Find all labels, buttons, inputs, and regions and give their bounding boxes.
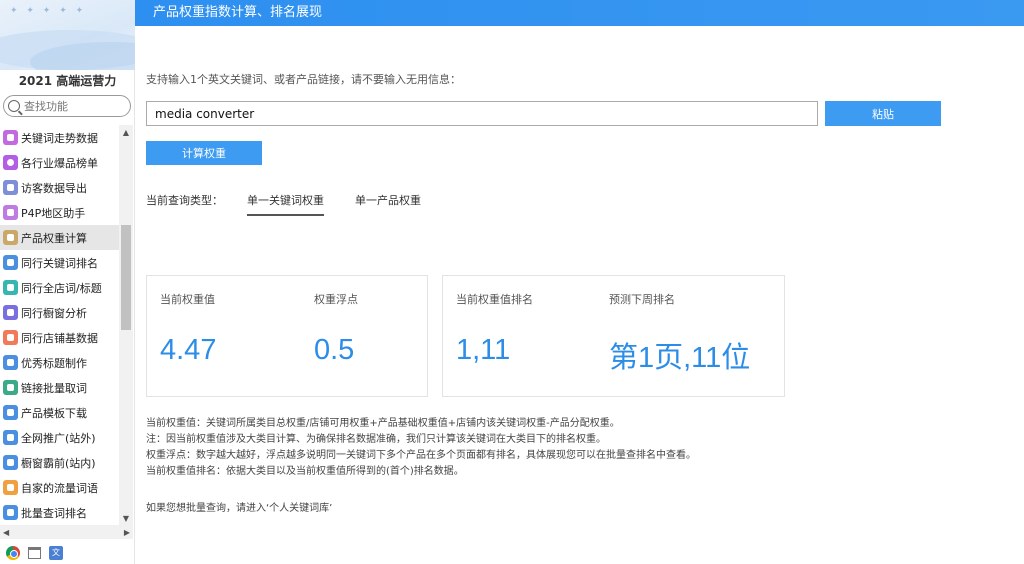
note-line: 当前权重值排名：依据大类目以及当前权重值所得到的(首个)排名数据。 <box>146 466 464 477</box>
input-hint: 支持输入1个英文关键词、或者产品链接，请不要输入无用信息： <box>146 73 461 86</box>
sidebar: ✦ ✦ ✦ ✦ ✦ 2021 高端运营力 关键词走势数据各行业爆品榜单访客数据导… <box>0 0 135 564</box>
sidebar-item-label: 同行店铺基数据 <box>21 331 98 345</box>
trophy-icon <box>3 455 18 470</box>
sidebar-item[interactable]: P4P地区助手 <box>0 200 119 225</box>
note-line: 注：因当前权重值涉及大类目计算、为确保排名数据准确，我们只计算该关键词在大类目下… <box>146 434 606 445</box>
scroll-down-icon[interactable]: ▼ <box>119 511 133 525</box>
sidebar-title: 2021 高端运营力 <box>18 74 117 88</box>
paste-button[interactable]: 粘贴 <box>825 101 941 126</box>
sidebar-item[interactable]: 优秀标题制作 <box>0 350 119 375</box>
search-icon <box>8 100 20 112</box>
current-weight-value: 4.47 <box>160 334 217 366</box>
sidebar-item-label: 优秀标题制作 <box>21 356 87 370</box>
sidebar-item[interactable]: 同行关键词排名 <box>0 250 119 275</box>
weight-float-label: 权重浮点 <box>314 293 358 306</box>
sidebar-item-label: 各行业爆品榜单 <box>21 156 98 170</box>
weight-stats-card: 当前权重值 4.47 权重浮点 0.5 <box>146 275 428 397</box>
tab-single-keyword-weight[interactable]: 单一关键词权重 <box>247 192 324 216</box>
grid-icon <box>3 430 18 445</box>
sidebar-search[interactable] <box>3 95 131 117</box>
main-content: 支持输入1个英文关键词、或者产品链接，请不要输入无用信息： 粘贴 计算权重 当前… <box>135 26 1024 564</box>
shield-icon <box>3 480 18 495</box>
window-icon[interactable] <box>28 546 41 559</box>
scroll-left-icon[interactable]: ◀ <box>3 528 9 537</box>
sidebar-item-label: 链接批量取词 <box>21 381 87 395</box>
note-line: 权重浮点：数字越大越好，浮点越多说明同一关键词下多个产品在多个页面都有排名，具体… <box>146 450 696 461</box>
search-input[interactable] <box>24 99 124 113</box>
sidebar-item-label: 产品权重计算 <box>21 231 87 245</box>
sidebar-item[interactable]: 自家的流量词语 <box>0 475 119 500</box>
sidebar-footer: 文 <box>0 541 135 564</box>
sidebar-item[interactable]: 链接批量取词 <box>0 375 119 400</box>
sidebar-item-label: 自家的流量词语 <box>21 481 98 495</box>
hash-icon <box>3 180 18 195</box>
sidebar-item-label: 全网推广(站外) <box>21 431 96 445</box>
sidebar-item-label: 橱窗霸前(站内) <box>21 456 96 470</box>
sidebar-item[interactable]: 关键词走势数据 <box>0 125 119 150</box>
current-rank-value: 1,11 <box>456 334 511 366</box>
shop-icon <box>3 330 18 345</box>
sidebar-hscrollbar[interactable]: ◀ ▶ <box>0 525 133 539</box>
tab-single-product-weight[interactable]: 单一产品权重 <box>355 192 421 208</box>
sidebar-item-label: P4P地区助手 <box>21 206 86 220</box>
sidebar-item[interactable]: 橱窗霸前(站内) <box>0 450 119 475</box>
next-week-rank-value: 第1页,11位 <box>609 342 751 374</box>
chrome-icon[interactable] <box>6 545 20 560</box>
page-header: 产品权重指数计算、排名展现 <box>135 0 1024 26</box>
sidebar-item-label: 同行关键词排名 <box>21 256 98 270</box>
sidebar-item[interactable]: 产品权重计算 <box>0 225 119 250</box>
sidebar-menu: 关键词走势数据 各行业爆品榜单 访客数据导出 P4P地区助手 产品权重计算 同行关键词排名… <box>0 125 119 525</box>
chart-icon <box>3 255 18 270</box>
search-icon <box>3 505 18 520</box>
note-line: 当前权重值：关键词所属类目总权重/店铺可用权重+产品基础权重值+店铺内该关键词权… <box>146 418 620 429</box>
next-week-rank-label: 预测下周排名 <box>609 293 675 306</box>
current-rank-label: 当前权重值排名 <box>456 293 533 306</box>
sidebar-banner: ✦ ✦ ✦ ✦ ✦ <box>0 0 135 70</box>
batch-query-hint: 如果您想批量查询，请进入‘个人关键词库’ <box>146 503 333 514</box>
scroll-up-icon[interactable]: ▲ <box>119 125 133 139</box>
scroll-thumb[interactable] <box>121 225 131 330</box>
translate-icon[interactable]: 文 <box>49 545 63 560</box>
sidebar-item[interactable]: 产品模板下载 <box>0 400 119 425</box>
sidebar-item-label: 产品模板下载 <box>21 406 87 420</box>
sidebar-item[interactable]: 访客数据导出 <box>0 175 119 200</box>
mountain-icon <box>3 130 18 145</box>
page-title: 产品权重指数计算、排名展现 <box>153 5 323 20</box>
sidebar-item[interactable]: 同行橱窗分析 <box>0 300 119 325</box>
sidebar-item-label: 同行橱窗分析 <box>21 306 87 320</box>
edit-icon <box>3 355 18 370</box>
scroll-right-icon[interactable]: ▶ <box>124 528 130 537</box>
circle-icon <box>3 155 18 170</box>
sidebar-item[interactable]: 同行店铺基数据 <box>0 325 119 350</box>
sidebar-item-label: 关键词走势数据 <box>21 131 98 145</box>
explanation-notes: 当前权重值：关键词所属类目总权重/店铺可用权重+产品基础权重值+店铺内该关键词权… <box>146 416 696 480</box>
sidebar-item-label: 访客数据导出 <box>21 181 87 195</box>
calculate-weight-button[interactable]: 计算权重 <box>146 141 262 165</box>
sidebar-item-label: 同行全店词/标题 <box>21 281 102 295</box>
sidebar-scrollbar[interactable]: ▲ ▼ <box>119 125 133 525</box>
weight-float-value: 0.5 <box>314 334 355 366</box>
window-icon <box>3 305 18 320</box>
sidebar-item[interactable]: 全网推广(站外) <box>0 425 119 450</box>
current-weight-label: 当前权重值 <box>160 293 215 306</box>
sidebar-item[interactable]: 各行业爆品榜单 <box>0 150 119 175</box>
keyword-input[interactable] <box>146 101 818 126</box>
sidebar-item[interactable]: 同行全店词/标题 <box>0 275 119 300</box>
list-icon <box>3 280 18 295</box>
download-icon <box>3 405 18 420</box>
link-icon <box>3 380 18 395</box>
sidebar-item-label: 批量查词排名 <box>21 506 87 520</box>
ranking-stats-card: 当前权重值排名 1,11 预测下周排名 第1页,11位 <box>442 275 785 397</box>
calculator-icon <box>3 230 18 245</box>
sidebar-item[interactable]: 批量查词排名 <box>0 500 119 525</box>
mountain-icon <box>3 205 18 220</box>
query-type-label: 当前查询类型： <box>146 194 223 207</box>
